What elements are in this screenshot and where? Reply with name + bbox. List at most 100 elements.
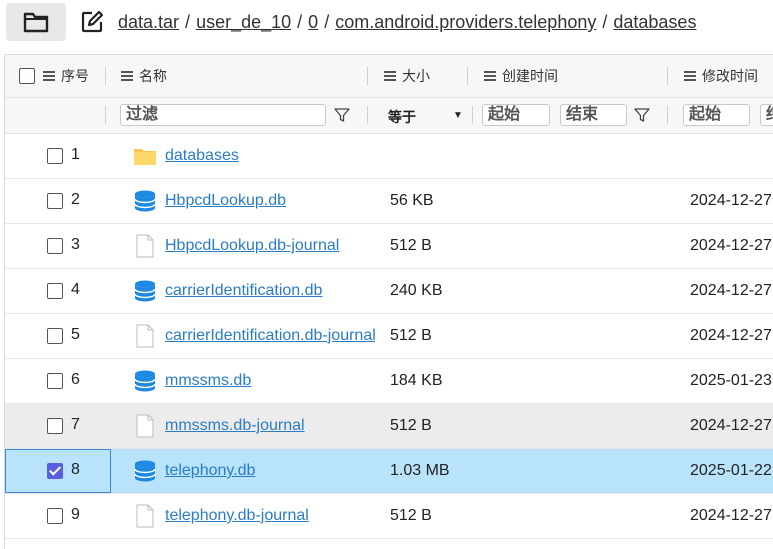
folder-icon	[134, 149, 156, 165]
file-icon	[136, 234, 154, 258]
row-index: 4	[71, 281, 80, 298]
column-divider[interactable]	[105, 67, 106, 85]
modified-start-input[interactable]: 起始	[683, 104, 750, 126]
row-checkbox[interactable]	[47, 148, 63, 164]
header-seq-label: 序号	[61, 68, 89, 84]
table-row[interactable]: 1 databases	[5, 134, 773, 179]
column-menu-icon[interactable]	[484, 71, 496, 81]
row-checkbox[interactable]	[47, 238, 63, 254]
row-index: 7	[71, 416, 80, 433]
file-name-link[interactable]: carrierIdentification.db	[165, 282, 375, 300]
breadcrumb-item[interactable]: user_de_10	[196, 12, 291, 32]
row-index: 1	[71, 146, 80, 163]
dropdown-arrow-icon[interactable]: ▼	[453, 110, 463, 121]
created-date: 2025-01-23	[690, 372, 772, 389]
file-icon	[136, 504, 154, 528]
breadcrumb-separator: /	[185, 12, 191, 32]
column-divider[interactable]	[367, 67, 368, 85]
row-index: 8	[71, 461, 80, 478]
filter-row: 过滤 等于 ▼ 起始 结束 起始 结	[5, 98, 773, 134]
row-checkbox[interactable]	[47, 418, 63, 434]
column-menu-icon[interactable]	[43, 71, 55, 81]
file-table: 序号 名称 大小 创建时间 修改时间 过滤 等于 ▼ 起始 结束 起始 1 da…	[4, 54, 773, 549]
file-size: 512 B	[390, 237, 432, 254]
column-divider	[472, 106, 473, 124]
table-row[interactable]: 4 carrierIdentification.db 240 KB 2024-12-2…	[5, 269, 773, 314]
header-seq: 序号	[19, 55, 89, 97]
table-row[interactable]: 3 HbpcdLookup.db-journal 512 B 2024-12-27	[5, 224, 773, 269]
header-size[interactable]: 大小	[384, 55, 430, 97]
header-size-label: 大小	[402, 68, 430, 84]
column-divider[interactable]	[667, 67, 668, 85]
edit-path-button[interactable]	[80, 10, 104, 34]
column-menu-icon[interactable]	[121, 71, 133, 81]
table-row[interactable]: 7 mmssms.db-journal 512 B 2024-12-27	[5, 404, 773, 449]
file-name-link[interactable]: mmssms.db-journal	[165, 417, 375, 435]
size-operator-select[interactable]: 等于	[388, 107, 416, 127]
file-name-link[interactable]: carrierIdentification.db-journal	[165, 327, 375, 345]
edit-icon	[81, 10, 104, 33]
row-index: 9	[71, 506, 80, 523]
folder-button[interactable]	[6, 3, 66, 41]
table-row[interactable]: 6 mmssms.db 184 KB 2025-01-23	[5, 359, 773, 404]
breadcrumb-separator: /	[324, 12, 330, 32]
database-icon	[134, 370, 156, 392]
breadcrumb-item[interactable]: com.android.providers.telephony	[335, 12, 596, 32]
file-name-link[interactable]: telephony.db	[165, 462, 375, 480]
table-row[interactable]: 8 telephony.db 1.03 MB 2025-01-22	[5, 449, 773, 494]
breadcrumb-separator: /	[297, 12, 303, 32]
column-divider	[667, 106, 668, 124]
breadcrumb-item[interactable]: data.tar	[118, 12, 179, 32]
row-index: 6	[71, 371, 80, 388]
row-checkbox[interactable]	[47, 328, 63, 344]
file-icon	[136, 414, 154, 438]
column-divider[interactable]	[467, 67, 468, 85]
modified-end-input[interactable]: 结	[760, 104, 773, 126]
created-date: 2024-12-27	[690, 282, 772, 299]
row-index: 3	[71, 236, 80, 253]
header-modified-label: 修改时间	[702, 68, 758, 84]
database-icon	[134, 460, 156, 482]
breadcrumb: data.tar / user_de_10/0/com.android.provid…	[118, 10, 696, 34]
row-checkbox[interactable]	[47, 283, 63, 299]
filter-icon[interactable]	[334, 107, 350, 123]
file-size: 184 KB	[390, 372, 443, 389]
database-icon	[134, 190, 156, 212]
breadcrumb-item[interactable]: databases	[613, 12, 696, 32]
file-name-link[interactable]: HbpcdLookup.db	[165, 192, 375, 210]
breadcrumb-item[interactable]: 0	[308, 12, 318, 32]
row-checkbox[interactable]	[47, 193, 63, 209]
row-index: 5	[71, 326, 80, 343]
created-date: 2025-01-22	[690, 462, 772, 479]
column-menu-icon[interactable]	[384, 71, 396, 81]
name-filter-input[interactable]: 过滤	[120, 104, 326, 126]
table-row[interactable]: 2 HbpcdLookup.db 56 KB 2024-12-27	[5, 179, 773, 224]
created-start-input[interactable]: 起始	[482, 104, 550, 126]
file-size: 56 KB	[390, 192, 434, 209]
row-index: 2	[71, 191, 80, 208]
created-date: 2024-12-27	[690, 417, 772, 434]
created-end-input[interactable]: 结束	[560, 104, 627, 126]
header-name-label: 名称	[139, 68, 167, 84]
file-name-link[interactable]: HbpcdLookup.db-journal	[165, 237, 375, 255]
created-date: 2024-12-27	[690, 507, 772, 524]
header-name[interactable]: 名称	[121, 55, 167, 97]
row-checkbox[interactable]	[47, 373, 63, 389]
select-all-checkbox[interactable]	[19, 68, 35, 84]
file-name-link[interactable]: telephony.db-journal	[165, 507, 375, 525]
table-row[interactable]: 9 telephony.db-journal 512 B 2024-12-27	[5, 494, 773, 539]
file-name-link[interactable]: databases	[165, 147, 375, 165]
created-date: 2024-12-27	[690, 327, 772, 344]
file-name-link[interactable]: mmssms.db	[165, 372, 375, 390]
table-header: 序号 名称 大小 创建时间 修改时间	[5, 55, 773, 98]
row-checkbox[interactable]	[47, 508, 63, 524]
breadcrumb-separator: /	[602, 12, 608, 32]
file-icon	[136, 324, 154, 348]
header-created[interactable]: 创建时间	[484, 55, 558, 97]
header-modified[interactable]: 修改时间	[684, 55, 758, 97]
column-menu-icon[interactable]	[684, 71, 696, 81]
file-size: 512 B	[390, 507, 432, 524]
row-checkbox[interactable]	[47, 463, 63, 479]
table-row[interactable]: 5 carrierIdentification.db-journal 512 B 20…	[5, 314, 773, 359]
filter-icon[interactable]	[634, 107, 650, 123]
